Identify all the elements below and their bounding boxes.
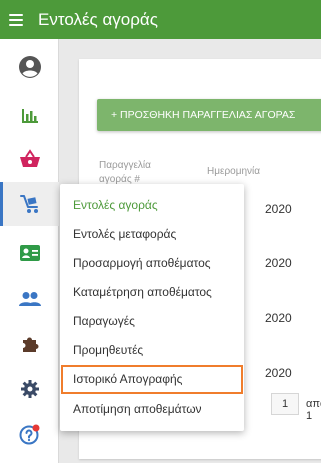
purchases-submenu: Εντολές αγοράς Εντολές μεταφοράς Προσαρμ… [60,184,244,431]
sidebar-item-reports[interactable] [0,94,59,138]
help-icon [19,424,39,445]
menu-item-transfer-orders[interactable]: Εντολές μεταφοράς [60,220,244,249]
menu-item-inventory-valuation[interactable]: Αποτίμηση αποθεμάτων [60,395,244,424]
sidebar-item-contacts[interactable] [0,231,59,275]
shopping-cart-icon [19,195,38,213]
row-date-cell: 2020 [265,202,292,216]
menu-item-stock-adjustment[interactable]: Προσαρμογή αποθέματος [60,249,244,278]
page-count-label: από 1 [306,398,321,422]
sidebar-item-help[interactable] [0,412,59,456]
shopping-basket-icon [19,149,40,167]
hamburger-icon[interactable] [9,13,23,26]
sidebar-item-profile[interactable] [0,45,59,89]
column-header-order[interactable]: Παραγγελία αγοράς # [99,159,175,187]
people-icon [18,292,41,306]
menu-item-purchase-orders[interactable]: Εντολές αγοράς [60,191,244,220]
column-header-date[interactable]: Ημερομηνία [207,166,260,177]
menu-item-suppliers[interactable]: Προμηθευτές [60,336,244,365]
menu-item-productions[interactable]: Παραγωγές [60,307,244,336]
menu-item-inventory-history[interactable]: Ιστορικό Απογραφής [61,365,243,394]
bar-chart-icon [21,109,38,123]
notification-badge [32,424,39,432]
account-circle-icon [18,56,41,78]
row-date-cell: 2020 [265,256,292,270]
sidebar-item-purchases[interactable] [0,182,59,226]
gear-icon [20,380,39,398]
puzzle-icon [22,337,38,352]
contact-card-icon [19,245,40,261]
sidebar-item-settings[interactable] [0,367,59,411]
page-title: Εντολές αγοράς [38,9,158,29]
sidebar-item-sales[interactable] [0,137,59,181]
app-header: Εντολές αγοράς [0,0,321,39]
page-number-input[interactable]: 1 [271,393,299,415]
menu-item-stock-count[interactable]: Καταμέτρηση αποθέματος [60,278,244,307]
sidebar [0,39,59,463]
sidebar-item-users[interactable] [0,277,59,321]
row-date-cell: 2020 [265,366,292,380]
sidebar-item-integrations[interactable] [0,322,59,366]
row-date-cell: 2020 [265,311,292,325]
add-purchase-order-button[interactable]: + ΠΡΟΣΘΗΚΗ ΠΑΡΑΓΓΕΛΙΑΣ ΑΓΟΡΑΣ [97,99,321,131]
